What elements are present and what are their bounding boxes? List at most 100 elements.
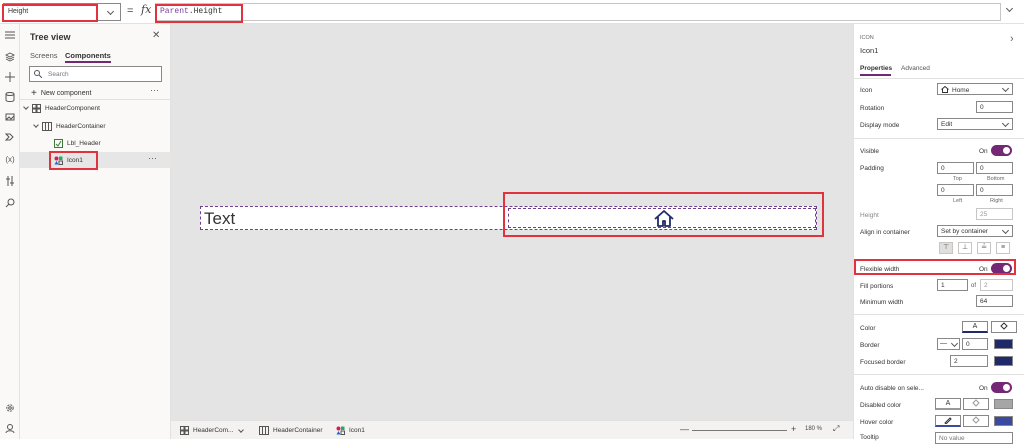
tree-node-icon1[interactable]: Icon1 — [54, 152, 83, 168]
property-dropdown[interactable]: Height — [3, 3, 121, 21]
fit-to-window-icon[interactable]: ⤢ — [833, 424, 839, 434]
formula-text[interactable]: Parent.Height — [160, 7, 222, 16]
flexible-width-toggle[interactable] — [991, 263, 1012, 274]
disabled-border-swatch[interactable] — [994, 399, 1013, 409]
tab-properties[interactable]: Properties — [860, 65, 892, 72]
icon1-control[interactable] — [508, 208, 816, 228]
zoom-level: 180 % — [805, 426, 823, 432]
power-automate-icon[interactable] — [3, 130, 17, 144]
tree-view-icon[interactable] — [3, 50, 17, 64]
align-label: Align in container — [860, 229, 910, 236]
display-mode-dropdown[interactable]: Edit — [937, 118, 1013, 130]
visible-toggle[interactable] — [991, 145, 1012, 156]
variables-icon[interactable]: (x) — [3, 152, 17, 166]
plus-icon: + — [31, 88, 37, 99]
icon-dropdown[interactable]: Home — [937, 83, 1013, 95]
breadcrumb-headercontainer[interactable]: HeaderContainer — [259, 426, 323, 435]
align-bottom-button[interactable]: ≟ — [977, 242, 991, 254]
control-type: ICON — [860, 35, 874, 41]
formula-input[interactable] — [155, 3, 1001, 21]
lbl-header-text[interactable]: Text — [204, 209, 235, 229]
disabled-fill-icon[interactable] — [963, 398, 989, 410]
tab-active-indicator — [860, 74, 891, 76]
insert-icon[interactable] — [3, 70, 17, 84]
breadcrumb-headercomponent[interactable]: HeaderCom... — [180, 426, 245, 435]
padding-bottom-input[interactable]: 0 — [976, 162, 1013, 174]
divider — [854, 314, 1024, 315]
border-color-swatch[interactable] — [994, 339, 1013, 349]
search-input[interactable]: Search — [29, 66, 162, 82]
divider — [854, 138, 1024, 139]
zoom-in-icon[interactable]: + — [791, 424, 796, 434]
virtual-agent-icon[interactable] — [3, 421, 17, 435]
paint-bucket-icon — [1000, 322, 1008, 330]
visible-state: On — [979, 148, 988, 155]
padding-left-input[interactable]: 0 — [937, 184, 974, 196]
tab-advanced[interactable]: Advanced — [901, 65, 930, 72]
height-input[interactable]: 25 — [976, 208, 1013, 220]
more-icon[interactable]: ··· — [148, 153, 157, 163]
expand-formula-icon[interactable] — [1005, 4, 1014, 13]
icon-value: Home — [952, 87, 970, 94]
focused-border-color-swatch[interactable] — [994, 356, 1013, 366]
disabled-color-picker[interactable]: A — [935, 398, 961, 410]
formula-bar: Height = fx Parent.Height — [0, 0, 1024, 24]
padding-top-input[interactable]: 0 — [937, 162, 974, 174]
fill-portions-input[interactable]: 1 — [937, 279, 968, 291]
auto-disable-state: On — [979, 385, 988, 392]
search-rail-icon[interactable] — [3, 196, 17, 210]
icon-control-icon — [54, 156, 63, 165]
align-middle-button[interactable]: ⊥ — [958, 242, 972, 254]
menu-icon[interactable] — [3, 28, 17, 42]
advanced-tools-icon[interactable] — [3, 174, 17, 188]
align-top-button[interactable]: ⊤ — [939, 242, 953, 254]
tab-components[interactable]: Components — [65, 51, 111, 60]
fx-icon: fx — [141, 3, 152, 16]
padding-label: Padding — [860, 165, 884, 172]
close-icon[interactable]: ✕ — [152, 30, 160, 41]
fill-portions-label: Fill portions — [860, 283, 894, 290]
search-icon — [34, 70, 42, 78]
padding-right-input[interactable]: 0 — [976, 184, 1013, 196]
align-stretch-button[interactable]: ≡ — [996, 242, 1010, 254]
border-line-icon: — — [940, 340, 947, 347]
header-component[interactable]: Text — [200, 206, 817, 230]
tree-node-headercomponent[interactable]: HeaderComponent — [23, 100, 100, 116]
divider — [854, 78, 1024, 79]
new-component-button[interactable]: + New component — [31, 87, 91, 99]
tree-node-headercontainer[interactable]: HeaderContainer — [33, 118, 106, 134]
icon-control-icon — [336, 426, 345, 435]
settings-icon[interactable] — [3, 401, 17, 415]
hover-fill-icon[interactable] — [963, 415, 989, 427]
hover-color-picker[interactable] — [935, 415, 961, 427]
tree-node-label: Lbl_Header — [67, 139, 101, 147]
zoom-slider[interactable] — [692, 430, 787, 431]
home-icon — [941, 85, 949, 93]
breadcrumb-icon1[interactable]: Icon1 — [336, 426, 365, 435]
focused-border-input[interactable]: 2 — [950, 355, 988, 367]
tab-screens[interactable]: Screens — [30, 51, 58, 60]
hover-border-swatch[interactable] — [994, 416, 1013, 426]
min-width-input[interactable]: 64 — [976, 295, 1013, 307]
more-icon[interactable]: ··· — [150, 85, 159, 95]
tooltip-input[interactable]: No value — [935, 432, 1013, 444]
data-icon[interactable] — [3, 90, 17, 104]
align-dropdown[interactable]: Set by container — [937, 225, 1013, 237]
canvas: Text — [171, 24, 853, 420]
tree-node-lbl-header[interactable]: Lbl_Header — [54, 135, 101, 151]
zoom-out-icon[interactable]: — — [680, 424, 689, 434]
media-icon[interactable] — [3, 110, 17, 124]
focused-border-label: Focused border — [860, 359, 906, 366]
fill-bucket-icon[interactable] — [991, 321, 1017, 333]
rotation-input[interactable]: 0 — [976, 101, 1013, 113]
min-width-label: Minimum width — [860, 299, 904, 306]
border-width-input[interactable]: 0 — [962, 338, 988, 350]
color-picker[interactable]: A — [962, 321, 988, 333]
chevron-right-icon[interactable]: › — [1010, 33, 1014, 45]
auto-disable-toggle[interactable] — [991, 382, 1012, 393]
horizontal-container-icon — [259, 426, 269, 435]
border-style-dropdown[interactable]: — — [937, 338, 960, 350]
control-name: Icon1 — [860, 46, 879, 55]
tree-view-panel: Tree view ✕ Screens Components Search + N… — [20, 24, 171, 439]
chevron-down-icon — [1001, 119, 1010, 128]
